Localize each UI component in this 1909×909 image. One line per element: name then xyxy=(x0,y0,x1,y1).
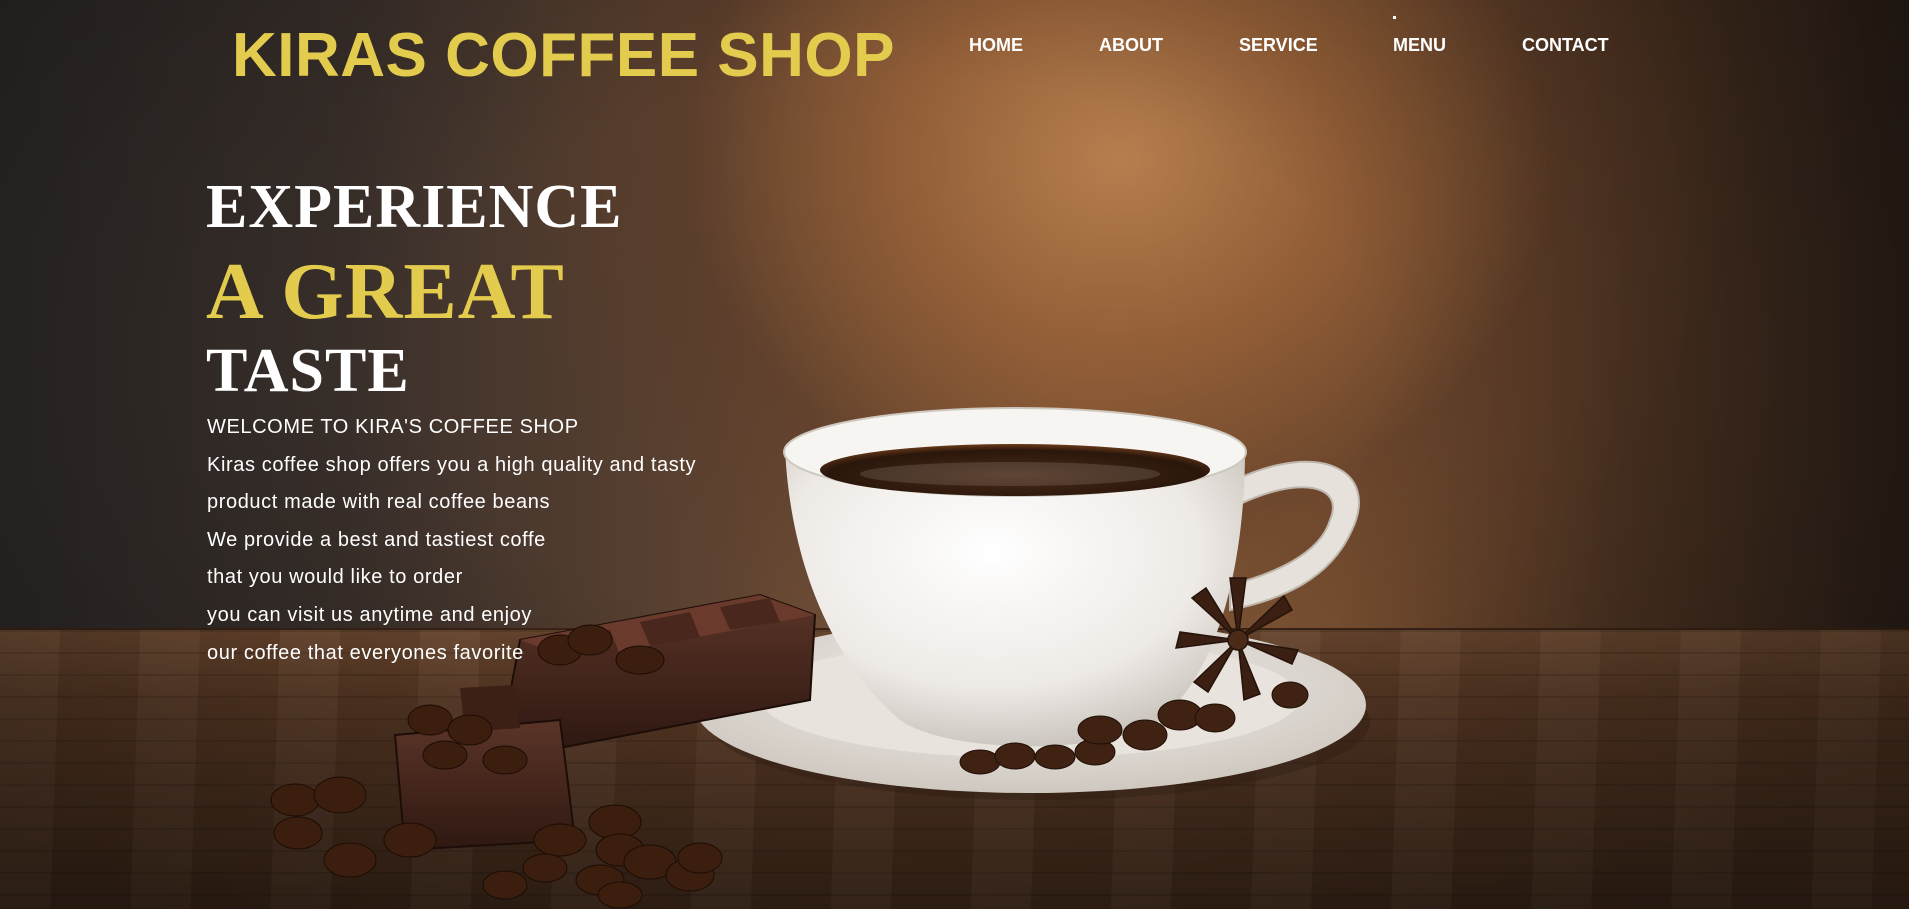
site-logo[interactable]: KIRAS COFFEE SHOP xyxy=(232,18,895,94)
nav-contact-link[interactable]: CONTACT xyxy=(1522,30,1609,60)
welcome-text: WELCOME TO KIRA'S COFFEE SHOP xyxy=(207,416,579,438)
nav-service-link[interactable]: SERVICE xyxy=(1239,30,1318,60)
description-line: our coffee that everyones favorite xyxy=(207,641,524,664)
description-line: that you would like to order xyxy=(207,566,463,589)
description-line: Kiras coffee shop offers you a high qual… xyxy=(207,453,697,476)
hero-copy: WELCOME TO KIRA'S COFFEE SHOP Kiras coff… xyxy=(207,412,696,675)
description-line: We provide a best and tastiest coffe xyxy=(207,528,546,551)
nav-menu-link[interactable]: MENU xyxy=(1393,30,1446,60)
headline-taste: TASTE xyxy=(206,337,410,405)
nav-about-link[interactable]: ABOUT xyxy=(1099,30,1163,60)
description-line: product made with real coffee beans xyxy=(207,491,551,514)
nav-home-link[interactable]: HOME xyxy=(969,30,1023,60)
hero-section: KIRAS COFFEE SHOP HOME ABOUT SERVICE MEN… xyxy=(0,0,1909,909)
headline-a-great: A GREAT xyxy=(206,248,565,336)
nav-active-indicator xyxy=(1393,16,1396,19)
description-line: you can visit us anytime and enjoy xyxy=(207,603,533,626)
headline-experience: EXPERIENCE xyxy=(206,173,623,241)
